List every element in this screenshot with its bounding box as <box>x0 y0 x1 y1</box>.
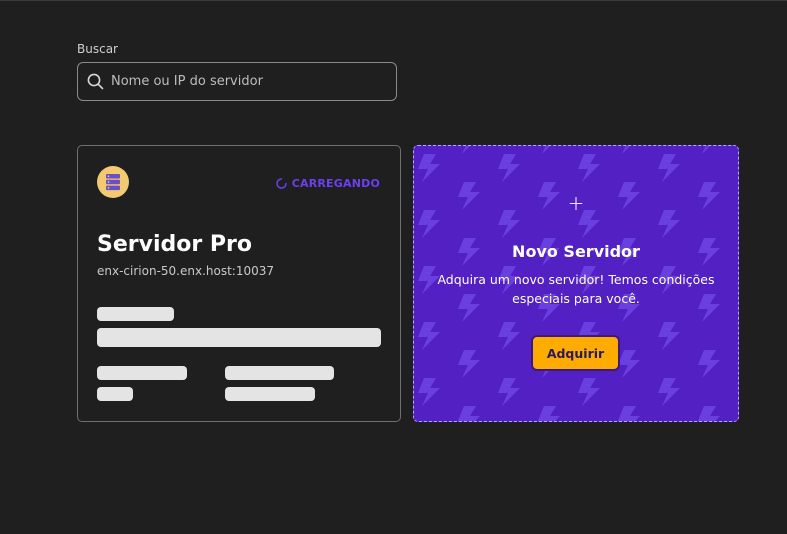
buy-button[interactable]: Adquirir <box>531 335 620 371</box>
search-box[interactable] <box>77 62 397 101</box>
skeleton-line <box>97 328 381 347</box>
search-icon <box>87 73 104 90</box>
server-icon <box>106 174 120 191</box>
server-card[interactable]: CARREGANDO Servidor Pro enx-cirion-50.en… <box>77 145 401 422</box>
skeleton-line <box>97 366 187 380</box>
server-host: enx-cirion-50.enx.host:10037 <box>97 264 275 278</box>
avatar <box>97 166 129 198</box>
new-server-card[interactable]: + Novo Servidor Adquira um novo servidor… <box>413 145 739 422</box>
skeleton-line <box>225 366 334 380</box>
server-list-page: Buscar CARREGANDO Servidor Pro enx-c <box>0 0 787 534</box>
skeleton-line <box>97 307 174 321</box>
spinner-icon <box>275 178 287 189</box>
search-input[interactable] <box>111 74 381 89</box>
skeleton-line <box>225 387 315 401</box>
new-server-description: Adquira um novo servidor! Temos condiçõe… <box>437 272 715 306</box>
search-label: Buscar <box>77 42 118 56</box>
new-server-title: Novo Servidor <box>512 242 640 261</box>
server-name: Servidor Pro <box>97 232 252 257</box>
skeleton-line <box>97 387 133 401</box>
status-text: CARREGANDO <box>291 177 380 190</box>
status-badge: CARREGANDO <box>275 177 380 190</box>
plus-icon: + <box>567 191 585 215</box>
